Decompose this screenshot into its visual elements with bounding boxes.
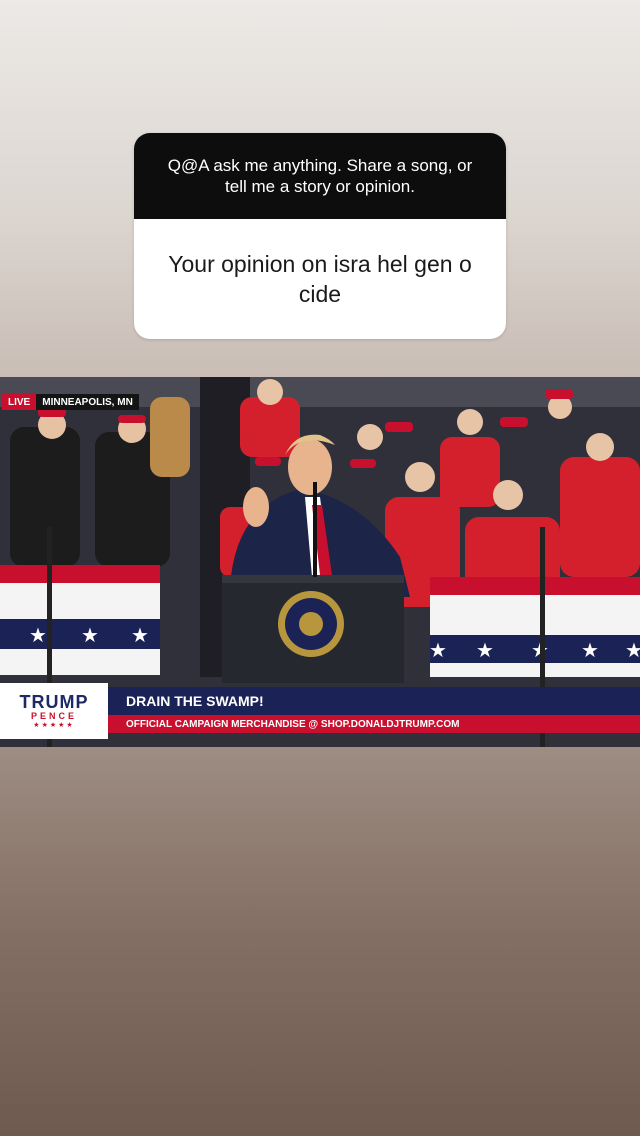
svg-text:★: ★ — [581, 638, 599, 662]
live-badge: LIVE MINNEAPOLIS, MN — [2, 394, 139, 410]
location-label: MINNEAPOLIS, MN — [36, 394, 139, 410]
question-response: Your opinion on isra hel gen o cide — [168, 251, 472, 307]
rally-video-frame[interactable]: ★ ★ ★ ★★★★★ LIVE MINNEAPOLIS, MN TRUMP — [0, 377, 640, 747]
question-prompt: Q@A ask me anything. Share a song, or te… — [134, 133, 506, 219]
banner-subline: OFFICIAL CAMPAIGN MERCHANDISE @ SHOP.DON… — [108, 715, 640, 733]
svg-text:★: ★ — [131, 623, 149, 647]
svg-text:★: ★ — [625, 638, 640, 662]
svg-text:★: ★ — [429, 638, 447, 662]
logo-line-1: TRUMP — [19, 691, 89, 712]
live-label: LIVE — [2, 394, 37, 410]
lower-third-banner: TRUMP PENCE ★★★★★ DRAIN THE SWAMP! OFFIC… — [0, 683, 640, 739]
svg-text:★: ★ — [476, 638, 494, 662]
svg-text:★: ★ — [81, 623, 99, 647]
logo-stars: ★★★★★ — [33, 721, 75, 729]
question-sticker[interactable]: Q@A ask me anything. Share a song, or te… — [134, 133, 506, 339]
svg-text:★: ★ — [29, 623, 47, 647]
campaign-logo: TRUMP PENCE ★★★★★ — [0, 683, 108, 739]
banner-headline: DRAIN THE SWAMP! — [108, 687, 640, 715]
logo-line-2: PENCE — [30, 710, 77, 721]
